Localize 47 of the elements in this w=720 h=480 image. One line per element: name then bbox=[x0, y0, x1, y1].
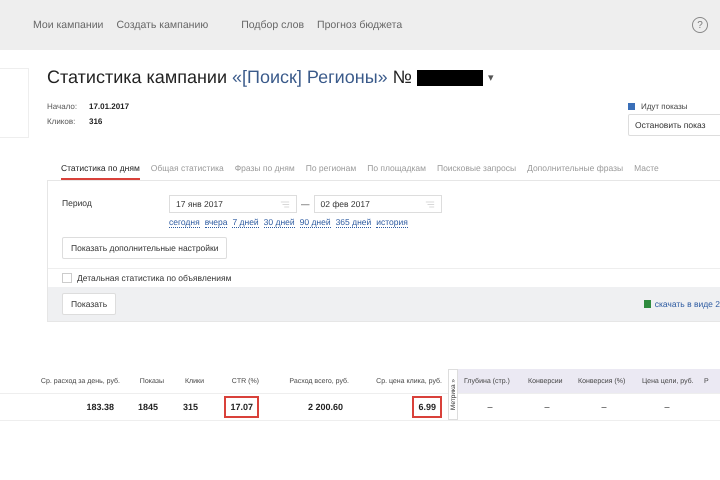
status-text: Идут показы bbox=[641, 102, 688, 111]
show-button[interactable]: Показать bbox=[62, 293, 116, 315]
period-preset-link[interactable]: 30 дней bbox=[264, 217, 295, 228]
period-preset-link[interactable]: 90 дней bbox=[300, 217, 331, 228]
campaign-name-link[interactable]: «[Поиск] Регионы» bbox=[232, 67, 388, 88]
download-link[interactable]: скачать в виде 2 bbox=[654, 299, 720, 309]
table-cell: – bbox=[601, 402, 606, 412]
more-settings-button[interactable]: Показать дополнительные настройки bbox=[62, 237, 228, 259]
table-cell: 17.07 bbox=[224, 396, 259, 418]
nav-link[interactable]: Создать кампанию bbox=[116, 19, 208, 31]
period-preset-link[interactable]: 7 дней bbox=[232, 217, 259, 228]
info-value: 316 bbox=[89, 117, 102, 126]
info-label: Начало: bbox=[47, 102, 78, 111]
checkbox[interactable] bbox=[62, 273, 72, 283]
table-cell: 6.99 bbox=[412, 396, 442, 418]
status-icon bbox=[628, 103, 635, 110]
period-label: Период bbox=[62, 197, 93, 210]
table-cell: – bbox=[487, 402, 492, 412]
table-cell: – bbox=[544, 402, 550, 412]
calendar-icon[interactable] bbox=[280, 200, 290, 208]
nav-link[interactable]: Подбор слов bbox=[241, 19, 304, 31]
date-dash: — bbox=[301, 199, 310, 209]
date-field[interactable]: 02 фев 2017 bbox=[314, 195, 442, 213]
table-cell: – bbox=[664, 402, 670, 412]
info-label: Кликов: bbox=[47, 117, 76, 126]
checkbox-label[interactable]: Детальная статистика по объявлениям bbox=[77, 273, 232, 283]
spreadsheet-icon bbox=[644, 300, 651, 308]
table-cell-text: 315 bbox=[182, 401, 199, 414]
tab[interactable]: Статистика по дням bbox=[61, 163, 140, 180]
period-preset-link[interactable]: сегодня bbox=[169, 217, 200, 228]
table-cell-text: 1845 bbox=[136, 401, 159, 414]
period-preset-link[interactable]: вчера bbox=[204, 217, 228, 228]
period-preset-link[interactable]: 365 дней bbox=[336, 217, 372, 228]
nav-link[interactable]: Прогноз бюджета bbox=[317, 19, 402, 31]
period-preset-link[interactable]: история bbox=[376, 217, 408, 228]
page-title: Статистика кампании bbox=[47, 67, 227, 88]
stop-button[interactable]: Остановить показ bbox=[628, 114, 720, 136]
calendar-icon[interactable] bbox=[424, 200, 434, 208]
help-icon[interactable]: ? bbox=[692, 17, 708, 33]
table-cell-text: 183.38 bbox=[85, 401, 115, 414]
redaction-block bbox=[416, 70, 483, 86]
info-value: 17.01.2017 bbox=[89, 102, 130, 111]
nav-link[interactable]: Мои кампании bbox=[33, 19, 104, 31]
caret-icon[interactable]: ▾ bbox=[488, 71, 494, 84]
number-sign: № bbox=[392, 67, 412, 88]
table-cell-text: 2 200.60 bbox=[306, 401, 344, 414]
date-field[interactable]: 17 янв 2017 bbox=[169, 195, 297, 213]
